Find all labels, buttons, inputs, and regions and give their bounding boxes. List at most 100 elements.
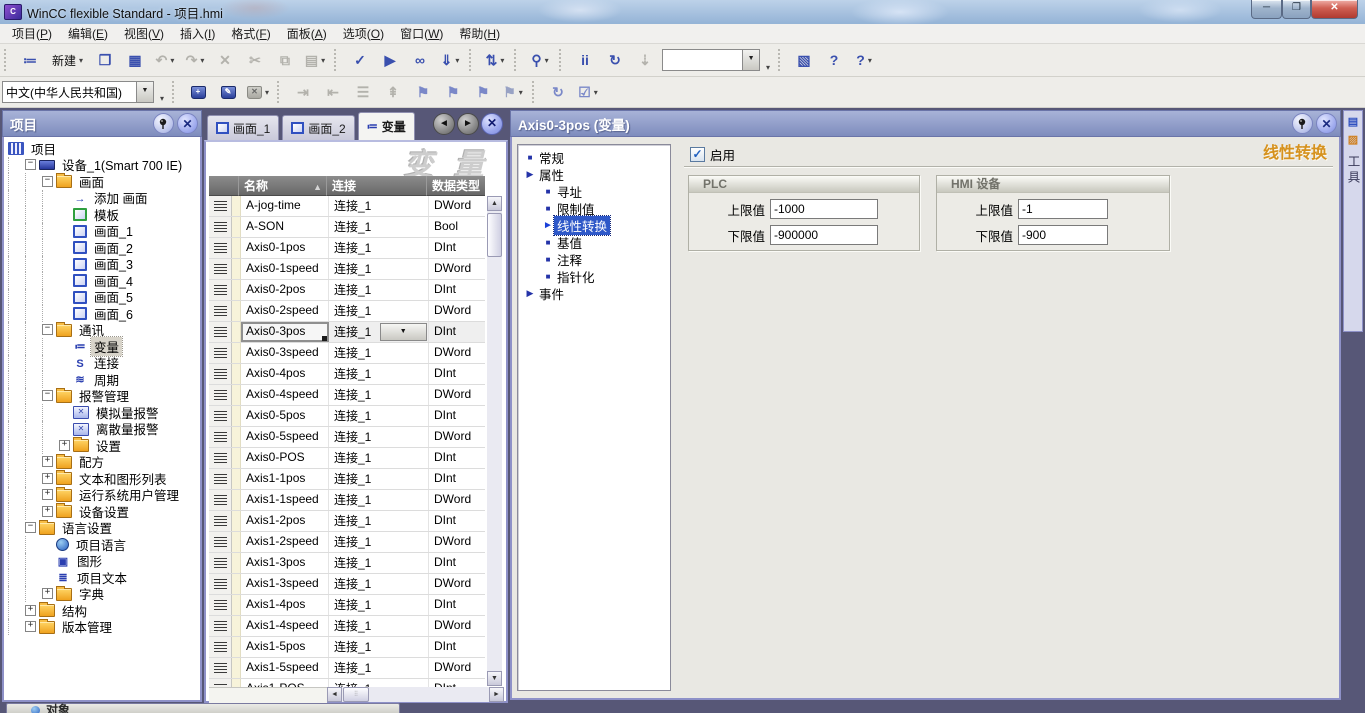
cell-connection[interactable]: 连接_1: [329, 490, 429, 510]
cell-name[interactable]: Axis0-3speed: [241, 343, 329, 363]
new-button[interactable]: 新建▾: [46, 48, 89, 72]
find-next-button[interactable]: ⇣: [631, 48, 659, 72]
cell-name[interactable]: Axis1-3speed: [241, 574, 329, 594]
plc-upper-limit-input[interactable]: [770, 199, 878, 219]
cell-datatype[interactable]: DInt: [429, 238, 485, 258]
row-handle[interactable]: [209, 511, 232, 531]
close-panel-icon[interactable]: ✕: [1316, 113, 1337, 134]
tree-item[interactable]: ≔变量: [4, 338, 200, 355]
table-row[interactable]: Axis1-2pos连接_1DInt: [209, 511, 485, 532]
cell-connection[interactable]: 连接_1: [329, 301, 429, 321]
collapse-toggle-icon[interactable]: −: [42, 176, 53, 187]
tree-item[interactable]: 模板: [4, 206, 200, 223]
close-panel-icon[interactable]: ✕: [177, 113, 198, 134]
table-row[interactable]: Axis1-3speed连接_1DWord: [209, 574, 485, 595]
transfer-dropdown-icon[interactable]: ▾: [455, 56, 459, 65]
validate-list-button[interactable]: ☑▾: [574, 80, 602, 104]
menu-item-4[interactable]: 格式(F): [223, 23, 278, 44]
cell-datatype[interactable]: DWord: [429, 343, 485, 363]
tab-scroll-left-icon[interactable]: ◄: [433, 113, 455, 135]
filter-button[interactable]: ⚲▾: [526, 48, 554, 72]
tools-strip[interactable]: ▤ ▨ 工具: [1343, 110, 1363, 332]
cell-datatype[interactable]: DWord: [429, 490, 485, 510]
horizontal-scrollbar[interactable]: ◄ ⫶⫶ ►: [327, 687, 504, 702]
tree-item[interactable]: −报警管理: [4, 388, 200, 405]
db-add-button[interactable]: +: [184, 80, 212, 104]
tree-item[interactable]: +版本管理: [4, 619, 200, 636]
cell-datatype[interactable]: DWord: [429, 574, 485, 594]
redo-button[interactable]: ↷▾: [181, 48, 209, 72]
table-row[interactable]: Axis0-3speed连接_1DWord: [209, 343, 485, 364]
prop-nav-item[interactable]: ▶事件: [518, 285, 670, 302]
collapse-toggle-icon[interactable]: −: [42, 324, 53, 335]
row-handle[interactable]: [209, 553, 232, 573]
cell-connection[interactable]: 连接_1: [329, 679, 429, 687]
cell-datatype[interactable]: DWord: [429, 427, 485, 447]
prop-nav-item[interactable]: ■注释: [518, 251, 670, 268]
table-row[interactable]: Axis1-5speed连接_1DWord: [209, 658, 485, 679]
tree-item[interactable]: +结构: [4, 602, 200, 619]
cell-connection[interactable]: 连接_1: [329, 259, 429, 279]
row-handle[interactable]: [209, 658, 232, 678]
cell-name[interactable]: Axis0-2pos: [241, 280, 329, 300]
table-row[interactable]: Axis1-5pos连接_1DInt: [209, 637, 485, 658]
help-index-button[interactable]: ?: [820, 48, 848, 72]
cell-datatype[interactable]: DWord: [429, 301, 485, 321]
row-handle[interactable]: [209, 595, 232, 615]
table-row[interactable]: Axis0-2pos连接_1DInt: [209, 280, 485, 301]
db-delete-dropdown-icon[interactable]: ▾: [265, 88, 269, 97]
help-search-dropdown-icon[interactable]: ▾: [868, 56, 872, 65]
cell-connection[interactable]: 连接_1▼: [329, 322, 429, 342]
menu-item-1[interactable]: 编辑(E): [60, 23, 116, 44]
search-input[interactable]: [663, 50, 742, 70]
scroll-thumb[interactable]: [487, 213, 502, 257]
close-button[interactable]: ✕: [1311, 0, 1358, 19]
tree-item[interactable]: +运行系统用户管理: [4, 487, 200, 504]
project-view-toggle-button[interactable]: ≔: [16, 48, 44, 72]
sort-button[interactable]: ⇅▾: [481, 48, 509, 72]
flag-remove-button[interactable]: ⚑: [469, 80, 497, 104]
tree-item[interactable]: −设备_1(Smart 700 IE): [4, 157, 200, 174]
expand-toggle-icon[interactable]: +: [42, 588, 53, 599]
cell-datatype[interactable]: DInt: [429, 469, 485, 489]
cell-name[interactable]: Axis0-4speed: [241, 385, 329, 405]
cell-connection[interactable]: 连接_1: [329, 616, 429, 636]
tree-item[interactable]: 画面_6: [4, 305, 200, 322]
row-handle[interactable]: [209, 385, 232, 405]
expand-toggle-icon[interactable]: +: [59, 440, 70, 451]
row-handle[interactable]: [209, 679, 232, 687]
cell-name[interactable]: A-SON: [241, 217, 329, 237]
table-row[interactable]: Axis1-4speed连接_1DWord: [209, 616, 485, 637]
row-handle[interactable]: [209, 616, 232, 636]
cell-connection[interactable]: 连接_1: [329, 385, 429, 405]
pin-icon[interactable]: [1292, 113, 1313, 134]
row-handle[interactable]: [209, 343, 232, 363]
cell-name[interactable]: Axis1-2speed: [241, 532, 329, 552]
row-handle[interactable]: [209, 280, 232, 300]
simulate-button[interactable]: ∞: [406, 48, 434, 72]
flag-add-button[interactable]: ⚑: [439, 80, 467, 104]
expand-toggle-icon[interactable]: +: [42, 506, 53, 517]
tree-item[interactable]: 画面_3: [4, 256, 200, 273]
tree-item[interactable]: +设备设置: [4, 503, 200, 520]
cut-button[interactable]: ✂: [241, 48, 269, 72]
tree-item[interactable]: +设置: [4, 437, 200, 454]
find-button[interactable]: ii: [571, 48, 599, 72]
expand-toggle-icon[interactable]: +: [42, 456, 53, 467]
cell-connection[interactable]: 连接_1: [329, 637, 429, 657]
cell-datatype[interactable]: DWord: [429, 532, 485, 552]
table-row[interactable]: Axis1-3pos连接_1DInt: [209, 553, 485, 574]
search-more-dropdown-icon[interactable]: ▾: [766, 63, 770, 76]
cell-datatype[interactable]: DInt: [429, 364, 485, 384]
cell-connection[interactable]: 连接_1: [329, 469, 429, 489]
collapse-toggle-icon[interactable]: −: [25, 522, 36, 533]
prop-nav-item[interactable]: ▶属性: [518, 166, 670, 183]
transfer-button[interactable]: ⇓▾: [436, 48, 464, 72]
scroll-down-icon[interactable]: ▼: [487, 671, 502, 686]
table-row[interactable]: Axis1-1speed连接_1DWord: [209, 490, 485, 511]
table-row[interactable]: A-SON连接_1Bool: [209, 217, 485, 238]
scroll-up-icon[interactable]: ▲: [487, 196, 502, 211]
cell-name[interactable]: Axis1-2pos: [241, 511, 329, 531]
table-row[interactable]: Axis0-4pos连接_1DInt: [209, 364, 485, 385]
tab-close-icon[interactable]: ✕: [481, 113, 503, 135]
